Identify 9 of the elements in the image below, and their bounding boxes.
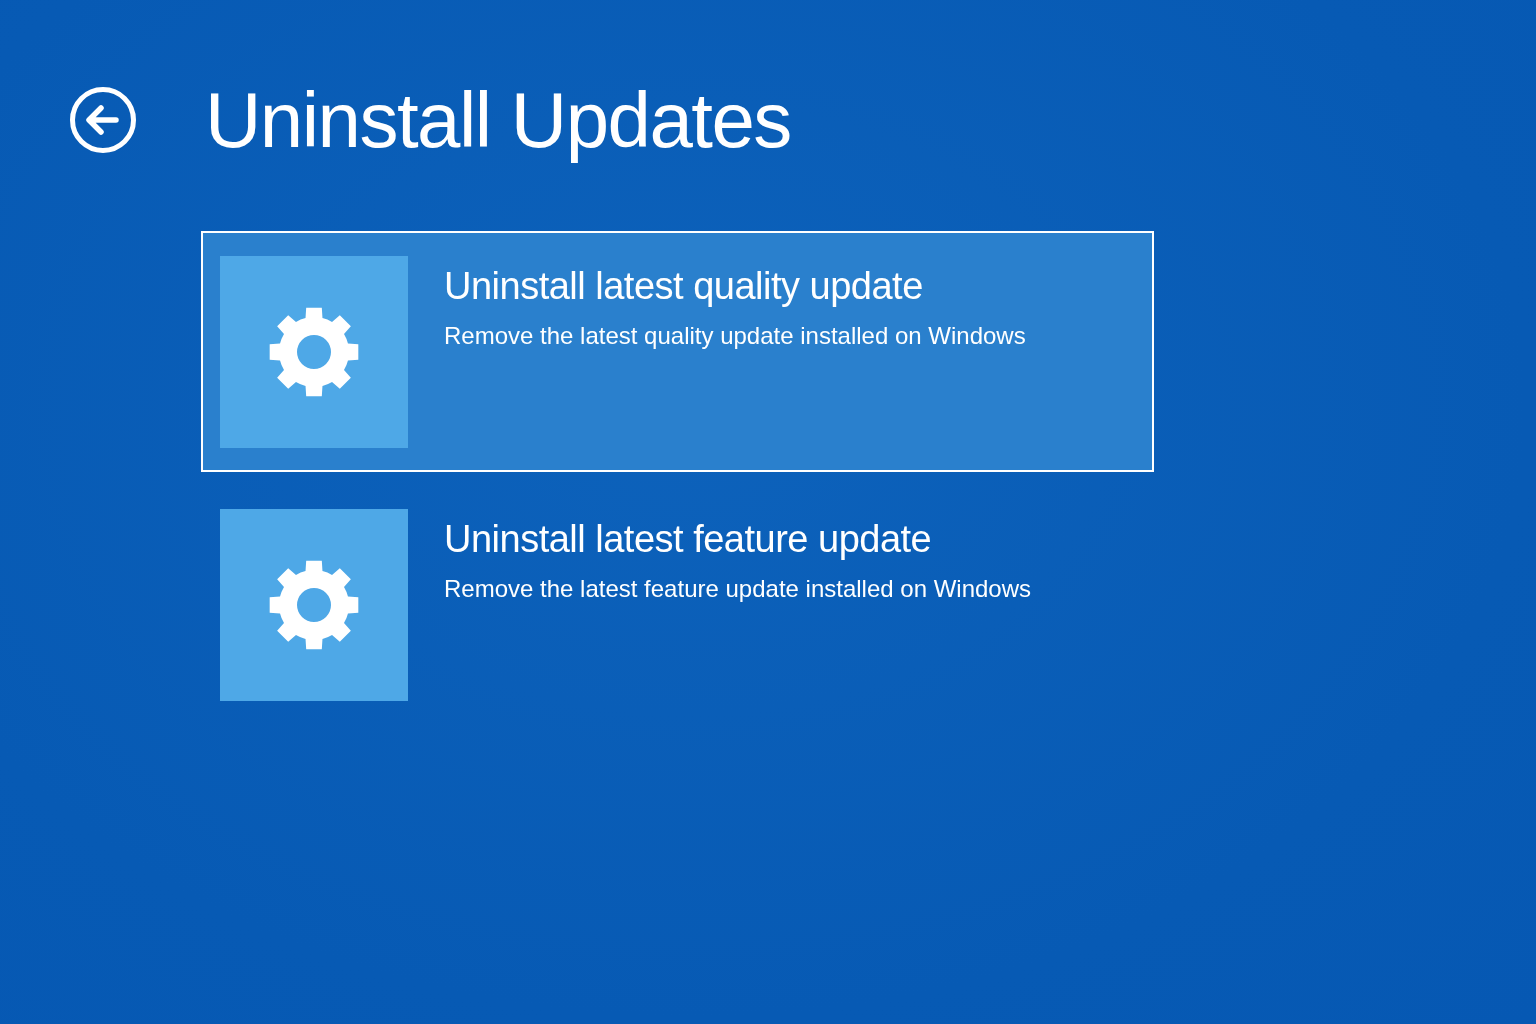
gear-icon <box>220 509 408 701</box>
option-title: Uninstall latest feature update <box>444 517 932 562</box>
option-title: Uninstall latest quality update <box>444 264 923 309</box>
option-description: Remove the latest feature update installed on Windows <box>444 573 1031 604</box>
gear-icon <box>220 256 408 448</box>
back-button[interactable] <box>70 87 136 153</box>
option-description: Remove the latest quality update installed on Windows <box>444 320 1026 351</box>
update-option[interactable]: Uninstall latest quality update Remove the latest quality update installed on Windows <box>201 231 1154 472</box>
update-option[interactable]: Uninstall latest feature update Remove the latest feature update installed on Windows <box>201 484 1154 725</box>
